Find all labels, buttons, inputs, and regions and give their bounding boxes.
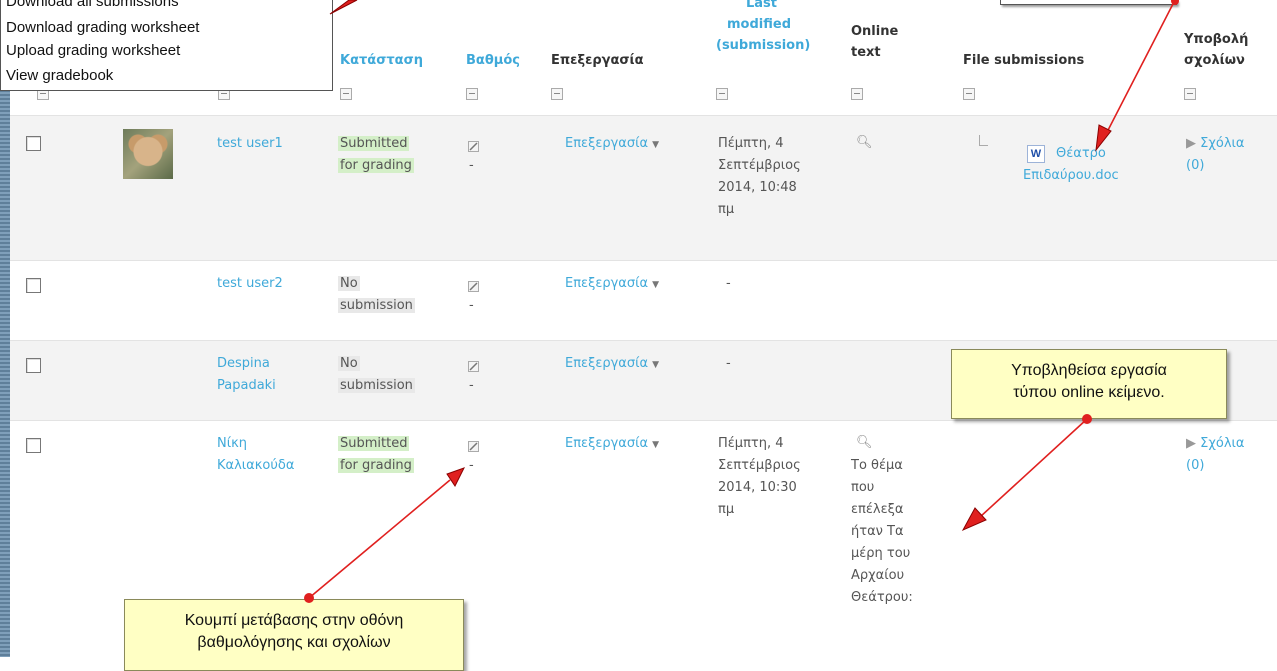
status-badge: No submission xyxy=(338,276,415,313)
user-name-link[interactable]: Despina Papadaki xyxy=(217,353,276,397)
grade-edit-icon[interactable] xyxy=(468,281,479,292)
collapse-online-icon[interactable] xyxy=(851,88,863,100)
user-name-link[interactable]: test user1 xyxy=(217,133,283,155)
online-text-content: Το θέμα που επέλεξα ήταν Τα μέρη του Αρχ… xyxy=(851,458,913,605)
edit-menu[interactable]: Επεξεργασία ▼ xyxy=(565,273,659,296)
file-link[interactable]: Θέατρο Επιδαύρου.doc xyxy=(1023,143,1119,187)
triangle-right-icon: ▶ xyxy=(1186,136,1196,151)
grade-value: - xyxy=(469,458,474,473)
chevron-down-icon: ▼ xyxy=(652,360,659,370)
grade-edit-icon[interactable] xyxy=(468,441,479,452)
header-grade[interactable]: Βαθμός xyxy=(466,50,520,71)
menu-item-view-gradebook[interactable]: View gradebook xyxy=(6,66,113,86)
collapse-file-icon[interactable] xyxy=(963,88,975,100)
grade-edit-icon[interactable] xyxy=(468,141,479,152)
comments-toggle[interactable]: ▶ Σχόλια (0) xyxy=(1186,433,1244,477)
chevron-down-icon: ▼ xyxy=(652,280,659,290)
callout-online-text: Υποβληθείσα εργασία τύπου online κείμενο… xyxy=(951,349,1227,419)
grading-action-menu: Download all submissions Download gradin… xyxy=(0,0,333,91)
status-badge: Submitted for grading xyxy=(338,436,414,473)
user-name-link[interactable]: test user2 xyxy=(217,273,283,295)
grade-value: - xyxy=(469,158,474,173)
search-icon[interactable]: 🔍︎ xyxy=(856,435,873,450)
menu-item-download-worksheet[interactable]: Download grading worksheet xyxy=(6,18,199,38)
callout-partial-top xyxy=(1000,0,1177,5)
tree-branch-icon xyxy=(979,135,988,146)
header-file-submissions: File submissions xyxy=(963,53,1085,68)
left-window-strip xyxy=(0,0,10,657)
collapse-edit-icon[interactable] xyxy=(551,88,563,100)
edit-menu[interactable]: Επεξεργασία ▼ xyxy=(565,433,659,456)
select-checkbox[interactable] xyxy=(26,136,41,151)
grading-table: Κατάσταση Βαθμός Επεξεργασία Last modifi… xyxy=(10,0,1277,657)
collapse-modified-icon[interactable] xyxy=(716,88,728,100)
triangle-right-icon: ▶ xyxy=(1186,436,1196,451)
edit-menu[interactable]: Επεξεργασία ▼ xyxy=(565,353,659,376)
last-modified-date: - xyxy=(726,276,731,291)
grade-value: - xyxy=(469,298,474,313)
menu-item-download-submissions[interactable]: Download all submissions xyxy=(6,0,179,12)
header-edit: Επεξεργασία xyxy=(551,53,644,68)
header-status[interactable]: Κατάσταση xyxy=(340,50,423,71)
chevron-down-icon: ▼ xyxy=(652,140,659,150)
collapse-status-icon[interactable] xyxy=(340,88,352,100)
select-checkbox[interactable] xyxy=(26,278,41,293)
menu-item-upload-worksheet[interactable]: Upload grading worksheet xyxy=(6,41,180,61)
select-checkbox[interactable] xyxy=(26,358,41,373)
header-last-modified[interactable]: Last modified (submission) xyxy=(716,0,810,56)
grade-edit-icon[interactable] xyxy=(468,361,479,372)
table-row: test user1 Submitted for grading - Επεξε… xyxy=(10,115,1277,261)
comments-toggle[interactable]: ▶ Σχόλια (0) xyxy=(1186,133,1244,177)
status-badge: No submission xyxy=(338,356,415,393)
last-modified-date: - xyxy=(726,356,731,371)
grade-value: - xyxy=(469,378,474,393)
avatar xyxy=(123,129,173,179)
table-row: test user2 No submission - Επεξεργασία ▼ … xyxy=(10,260,1277,341)
collapse-grade-icon[interactable] xyxy=(466,88,478,100)
header-online-text: Online text xyxy=(851,24,899,60)
status-badge: Submitted for grading xyxy=(338,136,414,173)
last-modified-date: Πέμπτη, 4 Σεπτέμβριος 2014, 10:30 πμ xyxy=(718,436,801,517)
callout-grade-button: Κουμπί μετάβασης στην οθόνη βαθμολόγησης… xyxy=(124,599,464,671)
collapse-feedback-icon[interactable] xyxy=(1184,88,1196,100)
search-icon[interactable]: 🔍︎ xyxy=(856,135,873,150)
select-checkbox[interactable] xyxy=(26,438,41,453)
last-modified-date: Πέμπτη, 4 Σεπτέμβριος 2014, 10:48 πμ xyxy=(718,136,801,217)
header-feedback: Υποβολή σχολίων xyxy=(1184,32,1249,68)
edit-menu[interactable]: Επεξεργασία ▼ xyxy=(565,133,659,156)
user-name-link[interactable]: Νίκη Καλιακούδα xyxy=(217,433,294,477)
chevron-down-icon: ▼ xyxy=(652,440,659,450)
